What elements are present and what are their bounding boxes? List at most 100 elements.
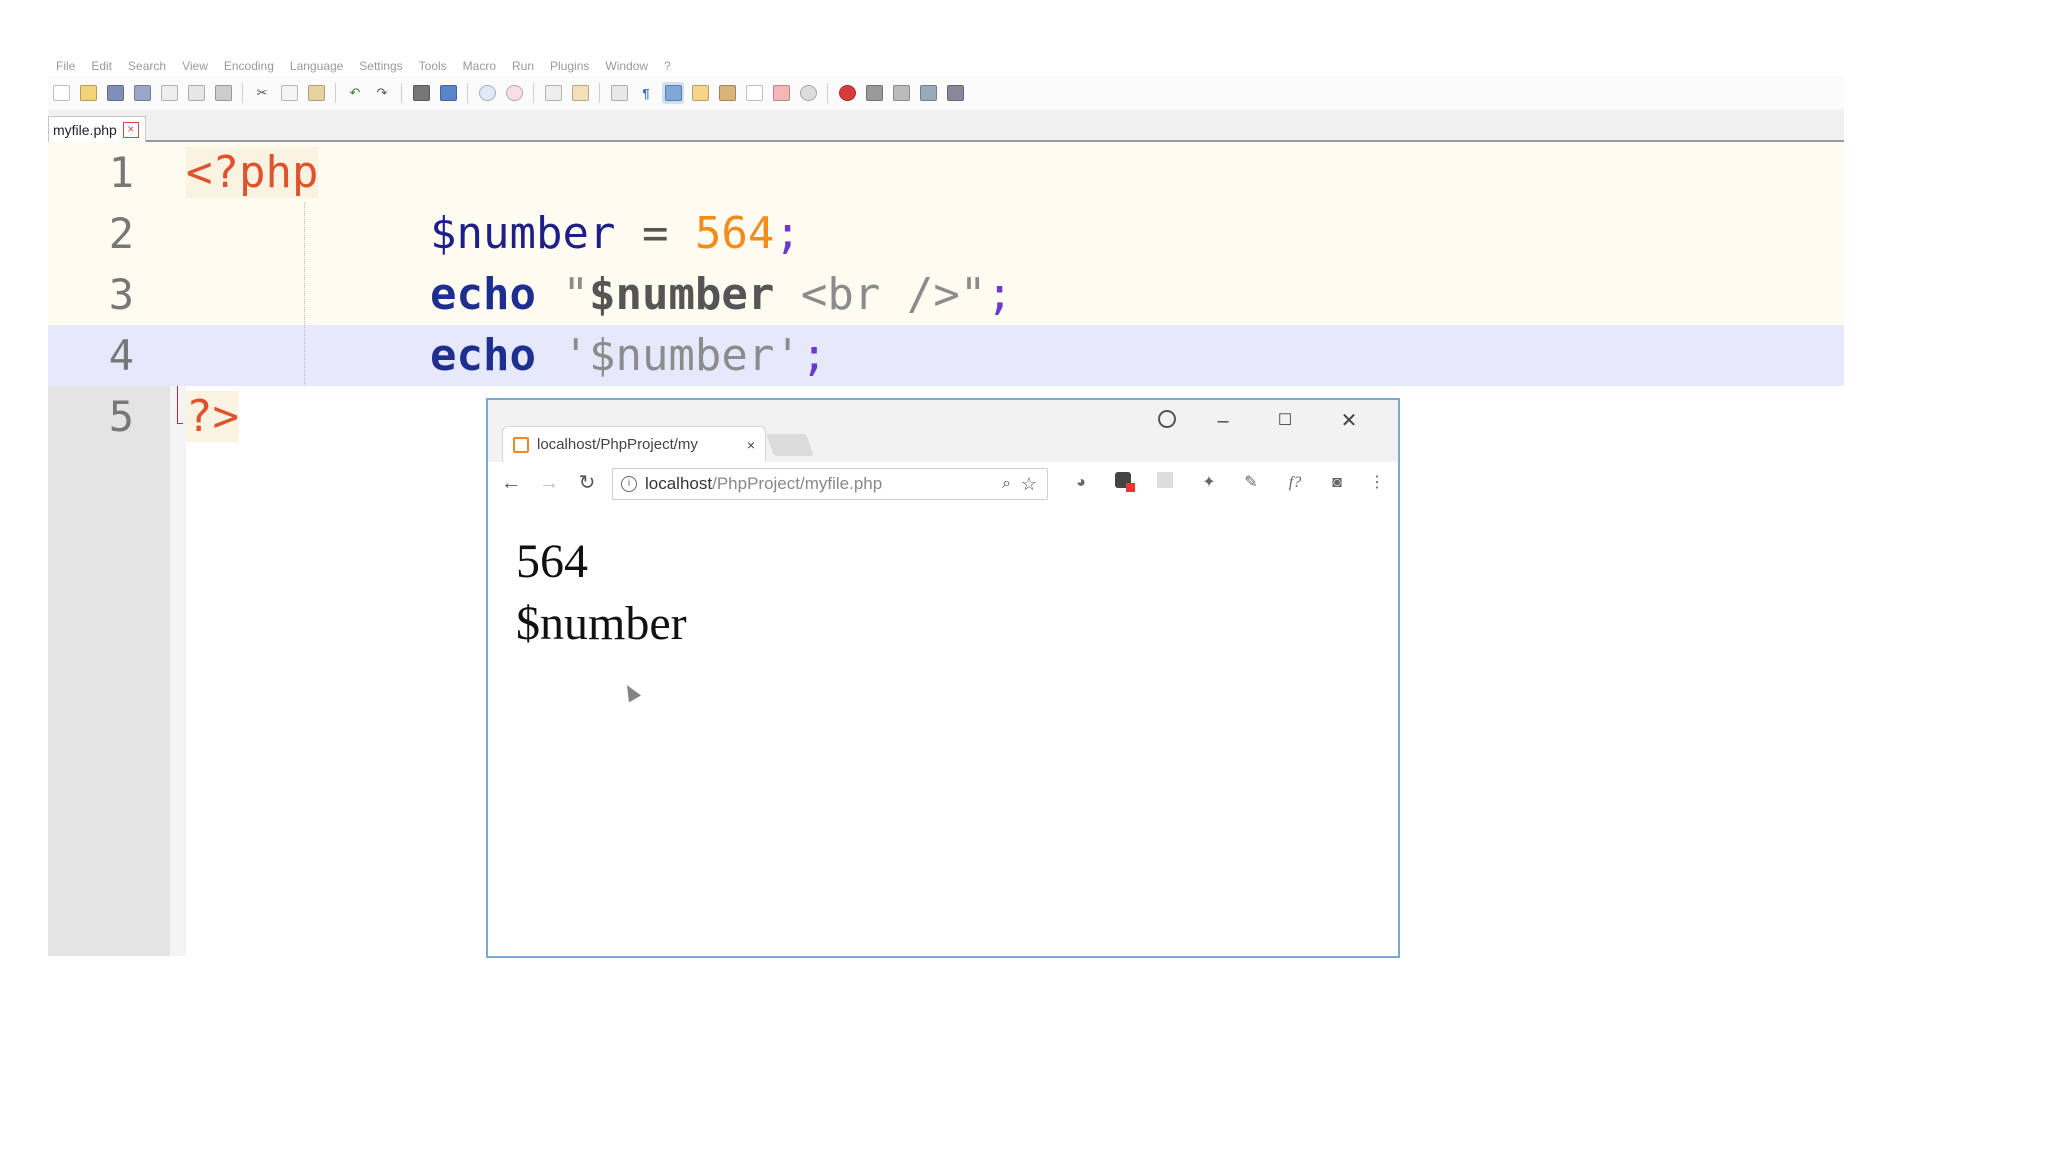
menu-bar: File Edit Search View Encoding Language Settin… — [48, 56, 1844, 76]
minimize-button[interactable]: – — [1206, 408, 1240, 434]
code-semicolon: ; — [986, 269, 1013, 320]
eyedropper-icon[interactable]: ✎ — [1240, 472, 1262, 494]
menu-item-encoding[interactable]: Encoding — [216, 59, 282, 73]
toolbar-separator — [401, 83, 402, 103]
address-bar[interactable]: i localhost/PhpProject/myfile.php ⌕ ☆ — [612, 468, 1048, 500]
menu-item-run[interactable]: Run — [504, 59, 542, 73]
maximize-button[interactable]: ☐ — [1268, 408, 1302, 434]
save-all-icon[interactable] — [131, 82, 153, 104]
sync-horizontal-icon[interactable] — [569, 82, 591, 104]
toolbar-separator — [827, 83, 828, 103]
line-number: 5 — [108, 392, 134, 441]
code-semicolon: ; — [774, 208, 801, 259]
forward-button[interactable]: → — [536, 470, 562, 496]
browser-tab[interactable]: localhost/PhpProject/my × — [502, 426, 766, 462]
extension-globe-icon[interactable]: ◕ — [1070, 472, 1092, 494]
word-wrap-icon[interactable] — [608, 82, 630, 104]
menu-item-language[interactable]: Language — [282, 59, 351, 73]
back-button[interactable]: ← — [498, 470, 524, 496]
line-number: 3 — [108, 270, 134, 319]
zoom-out-icon[interactable] — [503, 82, 525, 104]
new-tab-button[interactable] — [765, 434, 815, 456]
browser-titlebar: localhost/PhpProject/my × – ☐ ✕ — [488, 400, 1398, 462]
browser-toolbar: ← → ↻ i localhost/PhpProject/myfile.php … — [488, 462, 1398, 507]
info-icon[interactable]: i — [621, 476, 637, 492]
monitoring-icon[interactable] — [797, 82, 819, 104]
zoom-icon[interactable]: ⌕ — [1002, 475, 1011, 493]
save-icon[interactable] — [104, 82, 126, 104]
code-semicolon: ; — [800, 330, 828, 381]
close-window-button[interactable]: ✕ — [1332, 408, 1366, 434]
camera-icon[interactable]: ◙ — [1326, 472, 1348, 494]
menu-item-edit[interactable]: Edit — [83, 59, 120, 73]
page-content: 564 $number — [488, 506, 1398, 956]
function-icon[interactable]: f? — [1284, 472, 1306, 494]
close-file-icon[interactable] — [158, 82, 180, 104]
php-open-tag: <?php — [186, 147, 319, 198]
menu-item-view[interactable]: View — [174, 59, 216, 73]
close-icon[interactable]: × — [122, 122, 139, 138]
zoom-in-icon[interactable] — [476, 82, 498, 104]
code-line-1: 1 <?php — [48, 142, 1844, 203]
close-all-icon[interactable] — [185, 82, 207, 104]
code-line-2: 2 $number = 564; — [48, 203, 1844, 264]
paste-icon[interactable] — [305, 82, 327, 104]
menu-kebab-icon[interactable]: ⋮ — [1366, 472, 1388, 494]
menu-item-window[interactable]: Window — [597, 59, 656, 73]
code-string-quote: " — [562, 269, 589, 320]
menu-item-search[interactable]: Search — [120, 59, 174, 73]
new-file-icon[interactable] — [50, 82, 72, 104]
folder-as-workspace-icon[interactable] — [770, 82, 792, 104]
bookmark-star-icon[interactable]: ☆ — [1021, 474, 1037, 495]
url-path: /PhpProject/myfile.php — [712, 474, 883, 493]
line-number: 4 — [108, 331, 134, 380]
indent-guide-icon[interactable] — [662, 82, 684, 104]
file-tab-strip: myfile.php × — [48, 110, 1844, 143]
undo-icon[interactable]: ↶ — [344, 82, 366, 104]
redo-icon[interactable]: ↷ — [371, 82, 393, 104]
replace-icon[interactable] — [437, 82, 459, 104]
show-all-chars-icon[interactable]: ¶ — [635, 82, 657, 104]
file-tab-myfile[interactable]: myfile.php × — [48, 116, 146, 143]
function-list-icon[interactable] — [743, 82, 765, 104]
code-string: <br />" — [774, 269, 987, 320]
play-macro-icon[interactable] — [890, 82, 912, 104]
sync-vertical-icon[interactable] — [542, 82, 564, 104]
user-defined-language-icon[interactable] — [689, 82, 711, 104]
toolbar-separator — [467, 83, 468, 103]
menu-item-tools[interactable]: Tools — [411, 59, 455, 73]
php-close-tag: ?> — [186, 391, 239, 442]
record-macro-icon[interactable] — [836, 82, 858, 104]
code-operator: = — [641, 208, 669, 259]
reload-button[interactable]: ↻ — [574, 470, 600, 496]
run-macro-multiple-icon[interactable] — [917, 82, 939, 104]
code-string: '$number' — [562, 330, 801, 381]
menu-item-plugins[interactable]: Plugins — [542, 59, 597, 73]
profile-icon[interactable] — [1158, 410, 1176, 428]
close-icon[interactable]: × — [747, 437, 755, 453]
menu-item-macro[interactable]: Macro — [455, 59, 504, 73]
print-icon[interactable] — [212, 82, 234, 104]
output-line-2: $number — [516, 597, 687, 650]
code-line-4: 4 echo '$number'; — [48, 325, 1844, 386]
menu-item-file[interactable]: File — [48, 59, 83, 73]
cut-icon[interactable]: ✂ — [251, 82, 273, 104]
extension-puzzle-icon[interactable]: ✦ — [1198, 472, 1220, 494]
extension-badge-icon[interactable] — [1112, 472, 1135, 494]
code-string-variable: $number — [588, 269, 775, 320]
browser-window: localhost/PhpProject/my × – ☐ ✕ ← → ↻ i … — [486, 398, 1400, 958]
document-map-icon[interactable] — [716, 82, 738, 104]
copy-icon[interactable] — [278, 82, 300, 104]
menu-item-[interactable]: ? — [656, 59, 679, 73]
save-macro-icon[interactable] — [944, 82, 966, 104]
extension-box-icon[interactable] — [1154, 472, 1176, 494]
code-variable: $number — [430, 208, 616, 259]
menu-item-settings[interactable]: Settings — [351, 59, 410, 73]
mouse-cursor-icon — [620, 681, 642, 703]
toolbar-separator — [599, 83, 600, 103]
file-tab-label: myfile.php — [53, 122, 117, 138]
toolbar-separator — [242, 83, 243, 103]
find-icon[interactable] — [410, 82, 432, 104]
stop-macro-icon[interactable] — [863, 82, 885, 104]
open-file-icon[interactable] — [77, 82, 99, 104]
